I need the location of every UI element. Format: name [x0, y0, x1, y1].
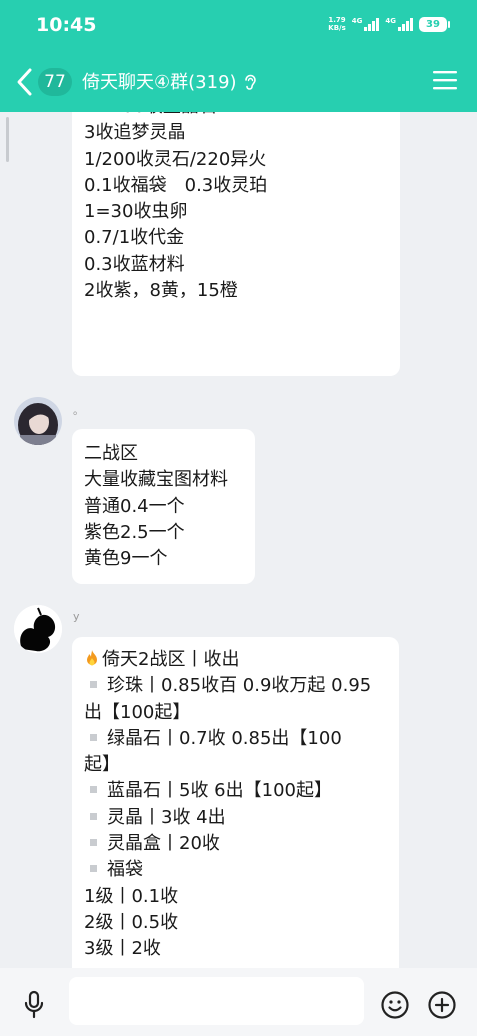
message-title: 倚天2战区丨收出	[102, 649, 240, 670]
message-line: 二战区	[84, 443, 138, 464]
message-line: 1=30收虫卵	[84, 201, 188, 223]
message-text: 灵晶丨3收 4出	[107, 806, 226, 828]
message-line: 蓝晶石丨5收 6出【100起】	[84, 778, 389, 804]
message-line: 绿晶石丨0.7收 0.85出【100	[84, 726, 389, 752]
avatar[interactable]	[14, 605, 62, 653]
message-line: 2收紫，8黄，15橙	[84, 280, 238, 302]
back-arrow-icon[interactable]	[14, 67, 36, 97]
chat-area[interactable]: 4=100收蓝晶石 3收追梦灵晶 1/200收灵石/220异火 0.1收福袋 0…	[0, 112, 477, 968]
message-line: 2级丨0.5收	[84, 911, 179, 933]
message-line: 福袋	[84, 857, 389, 883]
system-icons: 1.79 KB/s 4G 4G 39	[328, 16, 450, 32]
network-type-2: 4G	[385, 17, 396, 25]
message-bubble[interactable]: 二战区 大量收藏宝图材料 普通0.4一个 紫色2.5一个 黄色9一个	[72, 429, 255, 584]
sender-name: y	[73, 610, 80, 623]
message-line: 灵晶盒丨20收	[84, 831, 389, 857]
message-line: 1/200收灵石/220异火	[84, 148, 267, 170]
composer-bar	[0, 968, 477, 1036]
bullet-icon	[90, 681, 97, 689]
message-line: 灵晶丨3收 4出	[84, 805, 389, 831]
microphone-icon[interactable]	[22, 990, 46, 1020]
bullet-icon	[90, 812, 97, 820]
message-line: 黄色9一个	[84, 548, 168, 570]
fire-icon	[87, 650, 97, 666]
ear-icon	[245, 74, 256, 90]
message-title-line: 倚天2战区丨收出	[84, 647, 389, 673]
message-line: 起】	[84, 754, 120, 776]
signal-icon-2: 4G	[385, 17, 413, 31]
status-time: 10:45	[36, 14, 97, 36]
net-speed-unit: KB/s	[328, 24, 346, 32]
message-line: 4=100收蓝晶石	[84, 112, 267, 120]
emoji-icon[interactable]	[380, 990, 410, 1020]
message-line: 普通0.4一个	[84, 495, 185, 517]
title-bar: 77 倚天聊天④群(319)	[0, 50, 477, 112]
message-bubble[interactable]: 倚天2战区丨收出 珍珠丨0.85收百 0.9收万起 0.95 出【100起】 绿…	[72, 637, 399, 968]
status-bar: 10:45 1.79 KB/s 4G 4G 39	[0, 0, 477, 50]
message-line: 0.3收蓝材料	[84, 253, 185, 275]
message-text: 珍珠丨0.85收百 0.9收万起 0.95	[107, 675, 372, 697]
avatar-photo	[14, 397, 62, 445]
net-speed: 1.79 KB/s	[328, 16, 345, 32]
message-input[interactable]	[69, 977, 364, 1025]
signal-icon: 4G	[352, 17, 380, 31]
bullet-icon	[90, 865, 97, 873]
bullet-icon	[90, 786, 97, 794]
message-bubble[interactable]: 4=100收蓝晶石 3收追梦灵晶 1/200收灵石/220异火 0.1收福袋 0…	[72, 112, 400, 376]
message-line: 出【100起】	[84, 701, 191, 723]
bullet-icon	[90, 733, 97, 741]
bullet-icon	[90, 839, 97, 847]
menu-icon[interactable]	[433, 70, 457, 90]
message-line: 3级丨2收	[84, 938, 161, 960]
message-text: 蓝晶石丨5收 6出【100起】	[107, 780, 332, 802]
avatar-photo	[14, 605, 62, 653]
battery-icon: 39	[419, 16, 450, 32]
message-line: 1级丨0.1收	[84, 885, 179, 907]
network-type-1: 4G	[351, 17, 363, 25]
message-text: 灵晶盒丨20收	[107, 833, 220, 855]
header-bar: 10:45 1.79 KB/s 4G 4G 39 77 倚天聊天④群(319)	[0, 0, 477, 112]
add-icon[interactable]	[427, 990, 457, 1020]
message-line: 0.1收福袋 0.3收灵珀	[84, 174, 268, 196]
sender-name: 。	[73, 404, 84, 417]
message-line: 珍珠丨0.85收百 0.9收万起 0.95	[84, 673, 389, 699]
message-text: 绿晶石丨0.7收 0.85出【100	[107, 727, 342, 749]
message-line: 紫色2.5一个	[84, 521, 185, 543]
message-line: 大量收藏宝图材料	[84, 469, 228, 491]
net-speed-value: 1.79	[328, 16, 346, 24]
message-line: 3收追梦灵晶	[84, 122, 186, 144]
message-line: 0.7/1收代金	[84, 227, 185, 249]
avatar[interactable]	[14, 397, 62, 445]
unread-count-badge[interactable]: 77	[38, 68, 72, 96]
message-text: 福袋	[107, 859, 143, 881]
scrollbar[interactable]	[6, 117, 9, 162]
page-title[interactable]: 倚天聊天④群(319)	[82, 68, 237, 94]
